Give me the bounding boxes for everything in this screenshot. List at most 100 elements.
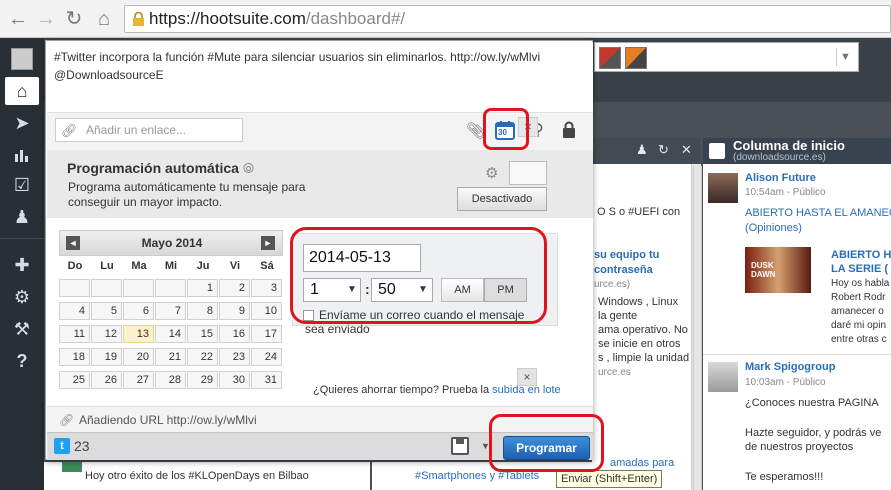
post-text: de nuestros proyectos [745,441,854,453]
submit-tooltip: Enviar (Shift+Enter) [556,470,663,488]
address-bar[interactable]: https://hootsuite.com/dashboard#/ [124,5,891,33]
calendar-day[interactable]: 18 [59,348,90,366]
calendar-day[interactable]: 19 [91,348,122,366]
calendar-day[interactable]: 1 [187,279,218,297]
calendar-day[interactable]: 11 [59,325,90,343]
mid-text-line: urce.es [598,367,631,378]
calendar-day[interactable]: 2 [219,279,250,297]
scrollbar[interactable] [693,166,702,490]
calendar-day[interactable]: 29 [187,371,218,389]
calendar-day[interactable]: 16 [219,325,250,343]
weekday-label: Mi [164,260,178,272]
calendar-empty-cell [155,279,186,297]
padlock-icon [133,12,144,26]
save-draft-icon[interactable] [451,437,469,455]
calendar-day[interactable]: 6 [123,302,154,320]
avatar[interactable] [708,362,738,392]
calendar-day[interactable]: 17 [251,325,282,343]
analytics-icon[interactable] [0,140,44,170]
calendar-day[interactable]: 14 [155,325,186,343]
settings-icon[interactable]: ⚙ [0,282,44,312]
send-icon[interactable]: ➤ [0,108,44,138]
home-icon[interactable]: ⌂ [92,7,116,31]
home-icon[interactable]: ⌂ [5,77,39,105]
privacy-lock-icon[interactable] [562,121,576,138]
help-icon[interactable]: ? [0,346,44,376]
calendar-day[interactable]: 26 [91,371,122,389]
avatar [62,462,82,472]
contacts-icon[interactable]: ♟ [0,202,44,232]
back-arrow-icon[interactable]: ← [6,7,30,31]
post-card-title[interactable]: LA SERIE ( [831,263,888,275]
calendar-day[interactable]: 21 [155,348,186,366]
post-card-text: amanecer o [831,306,884,317]
calendar-day[interactable]: 10 [251,302,282,320]
close-icon[interactable]: ✕ [681,142,692,158]
post-divider [703,354,891,355]
calendar-day[interactable]: 31 [251,371,282,389]
profile-google-avatar[interactable] [625,47,647,69]
auto-schedule-toggle[interactable] [509,161,547,185]
avatar[interactable] [708,173,738,203]
calendar-day[interactable]: 15 [187,325,218,343]
calendar-day[interactable]: 27 [123,371,154,389]
calendar-header: Mayo 2014 ◄ ► [59,230,283,256]
added-url-text: Añadiendo URL http://ow.ly/wMlvi [79,413,257,427]
post-meta: 10:54am - Público [745,187,826,198]
post-link[interactable]: (Opiniones) [745,222,802,234]
refresh-icon[interactable]: ↻ [658,142,669,158]
next-month-button[interactable]: ► [261,236,275,250]
forward-arrow-icon[interactable]: → [34,7,58,31]
post-author[interactable]: Mark Spigogroup [745,361,835,373]
gear-icon[interactable]: ⚙ [485,164,498,182]
calendar-day[interactable]: 8 [187,302,218,320]
post-link[interactable]: ABIERTO HASTA EL AMANECER [745,207,891,219]
message-textarea[interactable]: #Twitter incorpora la función #Mute para… [47,42,593,112]
highlight-submit-button [489,414,604,472]
bulk-upload-prefix: ¿Quieres ahorrar tiempo? Prueba la [313,384,493,396]
calendar-day[interactable]: 13 [123,325,154,343]
mid-text-line: la gente [598,310,638,322]
profile-selector[interactable] [594,42,859,72]
post-card-text: Robert Rodr [831,292,886,303]
mid-text-line: ama operativo. No [598,324,688,336]
movie-logo: DUSK DAWN [751,261,776,279]
calendar-day[interactable]: 22 [187,348,218,366]
deactivated-button[interactable]: Desactivado [457,187,547,211]
calendar-day[interactable]: 12 [91,325,122,343]
reload-icon[interactable]: ↻ [62,7,86,31]
assignments-icon[interactable]: ☑ [0,170,44,200]
app-sidebar: ⌂ ➤ ☑ ♟ ✚ ⚙ ⚒ ? [0,38,44,490]
calendar-day[interactable]: 25 [59,371,90,389]
calendar-empty-cell [91,279,122,297]
tools-icon[interactable]: ⚒ [0,314,44,344]
calendar-day[interactable]: 23 [219,348,250,366]
mid-text-line: s , limpie la unidad , [598,352,696,364]
calendar-day[interactable]: 28 [155,371,186,389]
calendar-month: Mayo 2014 [141,236,203,250]
weekday-label: Ju [196,260,210,272]
calendar-day[interactable]: 30 [219,371,250,389]
users-icon[interactable]: ♟ [636,142,648,158]
twitter-icon: t [54,438,70,454]
apps-icon[interactable]: ✚ [0,250,44,280]
link-icon: 🔗︎ [59,413,75,427]
mid-text-line: O S o #UEFI con [597,206,681,218]
post-author[interactable]: Alison Future [745,172,816,184]
auto-schedule-icon: ⦾ [242,160,255,176]
add-link-input[interactable]: Añadir un enlace... [55,118,243,142]
post-card-title[interactable]: ABIERTO H [831,249,891,261]
calendar-day[interactable]: 4 [59,302,90,320]
calendar-day[interactable]: 24 [251,348,282,366]
calendar-day[interactable]: 20 [123,348,154,366]
calendar-day[interactable]: 7 [155,302,186,320]
chevron-down-icon[interactable]: ▼ [836,48,854,66]
prev-month-button[interactable]: ◄ [66,236,80,250]
profile-twitter-avatar[interactable] [599,47,621,69]
owl-avatar[interactable] [11,48,33,70]
post-card-image[interactable]: DUSK DAWN [745,247,811,293]
calendar-day[interactable]: 3 [251,279,282,297]
remove-url-button[interactable]: × [517,368,537,386]
calendar-day[interactable]: 5 [91,302,122,320]
calendar-day[interactable]: 9 [219,302,250,320]
